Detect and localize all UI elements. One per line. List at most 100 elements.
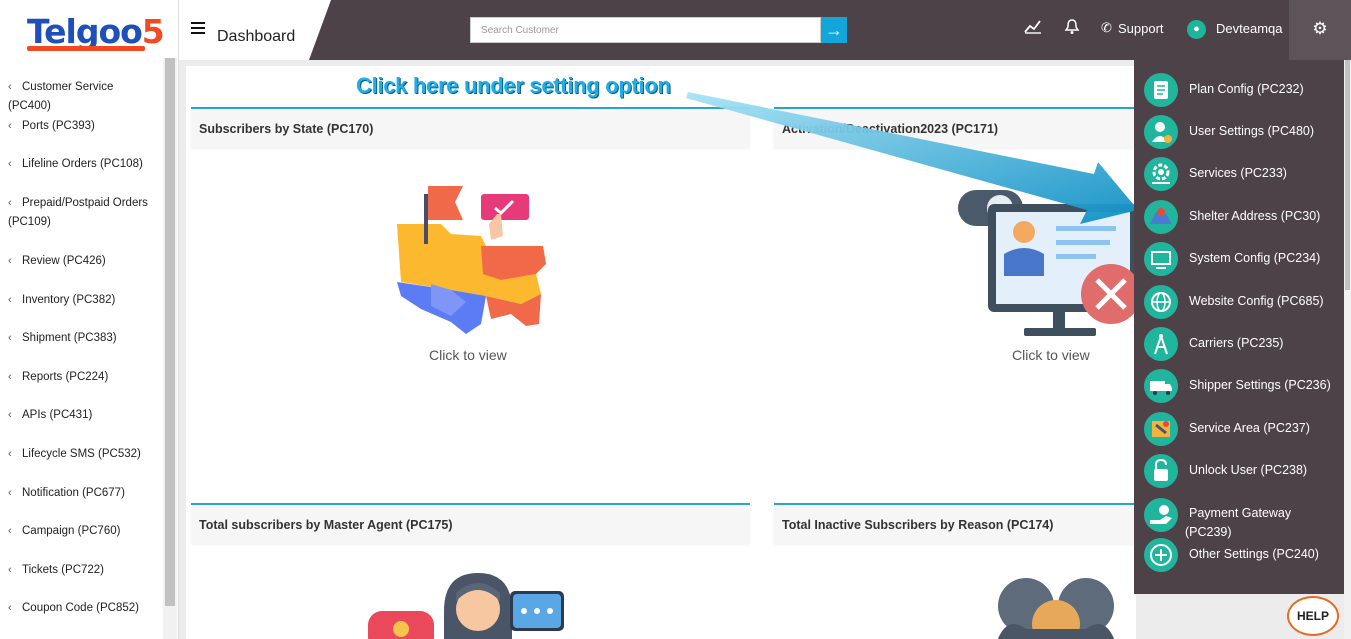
page-scroll-thumb[interactable] [1345, 60, 1350, 290]
chevron-left-icon: ‹ [8, 602, 12, 614]
menu-item-user-settings[interactable]: User Settings (PC480) [1134, 115, 1344, 155]
menu-item-label: Website Config (PC685) [1189, 294, 1324, 308]
menu-item-other-settings[interactable]: Other Settings (PC240) [1134, 538, 1344, 578]
agent-illustration[interactable] [366, 571, 566, 639]
shelter-address-icon [1144, 200, 1178, 234]
sidebar-item-prepaid-orders[interactable]: ‹ Prepaid/Postpaid Orders (PC109) [8, 194, 158, 232]
sidebar-item-notification[interactable]: ‹ Notification (PC677) [8, 484, 158, 503]
help-button[interactable]: HELP [1287, 596, 1339, 636]
carriers-icon [1144, 327, 1178, 361]
analytics-icon[interactable] [1024, 18, 1042, 38]
menu-item-payment-gateway[interactable]: Payment Gateway (PC239) [1134, 498, 1344, 542]
panel-accent-line [774, 503, 1136, 505]
sidebar-item-lifecycle-sms[interactable]: ‹ Lifecycle SMS (PC532) [8, 445, 158, 464]
menu-item-service-area[interactable]: Service Area (PC237) [1134, 412, 1344, 452]
menu-item-website-config[interactable]: Website Config (PC685) [1134, 285, 1344, 325]
panel-accent-line [774, 107, 1136, 109]
panel-accent-line [191, 107, 750, 109]
plus-icon [1144, 538, 1178, 572]
panel-title-inactive-subscribers: Total Inactive Subscribers by Reason (PC… [774, 506, 1136, 544]
logo-underline [27, 46, 145, 51]
sidebar-item-shipment[interactable]: ‹ Shipment (PC383) [8, 329, 158, 348]
page-scrollbar[interactable] [1344, 60, 1351, 639]
chevron-left-icon: ‹ [8, 81, 12, 93]
bell-icon[interactable] [1064, 18, 1080, 39]
chevron-left-icon: ‹ [8, 525, 12, 537]
top-bar: Dashboard Search Customer → ✆ Support ● … [179, 0, 1351, 60]
gear-icon: ⚙ [1312, 19, 1328, 38]
menu-item-plan-config[interactable]: Plan Config (PC232) [1134, 73, 1344, 113]
sidebar-item-label: Lifecycle SMS (PC532) [22, 448, 141, 460]
sidebar-item-customer-service[interactable]: ‹ Customer Service (PC400) [8, 78, 158, 116]
sidebar-item-review[interactable]: ‹ Review (PC426) [8, 252, 158, 271]
menu-item-label: Carriers (PC235) [1189, 336, 1284, 350]
menu-item-label: User Settings (PC480) [1189, 124, 1315, 138]
menu-item-carriers[interactable]: Carriers (PC235) [1134, 327, 1344, 367]
menu-item-shipper-settings[interactable]: Shipper Settings (PC236) [1134, 369, 1344, 409]
sidebar-item-inventory[interactable]: ‹ Inventory (PC382) [8, 291, 158, 310]
menu-item-shelter-address[interactable]: Shelter Address (PC30) [1134, 200, 1344, 240]
sidebar-item-coupon-code[interactable]: ‹ Coupon Code (PC852) [8, 599, 158, 618]
instruction-callout: Click here under setting option [356, 73, 671, 98]
sidebar-item-label: Lifeline Orders (PC108) [22, 158, 143, 170]
menu-item-services[interactable]: Services (PC233) [1134, 157, 1344, 197]
sidebar-item-ports[interactable]: ‹ Ports (PC393) [8, 117, 158, 136]
chevron-left-icon: ‹ [8, 332, 12, 344]
chevron-left-icon: ‹ [8, 371, 12, 383]
settings-dropdown-menu: Plan Config (PC232) User Settings (PC480… [1134, 60, 1344, 594]
panel-accent-line [191, 503, 750, 505]
click-to-view-link[interactable]: Click to view [1012, 347, 1090, 363]
telgoo5-logo[interactable]: Telgoo5 [27, 12, 165, 52]
menu-item-label: Service Area (PC237) [1189, 421, 1310, 435]
chevron-left-icon: ‹ [8, 255, 12, 267]
click-to-view-link[interactable]: Click to view [429, 347, 507, 363]
sidebar-item-tickets[interactable]: ‹ Tickets (PC722) [8, 561, 158, 580]
user-avatar-icon[interactable]: ● [1187, 20, 1206, 39]
sidebar-scrollbar[interactable] [163, 58, 177, 639]
sidebar-item-campaign[interactable]: ‹ Campaign (PC760) [8, 522, 158, 541]
hamburger-menu-icon[interactable] [191, 22, 205, 37]
dashboard-tab[interactable]: Dashboard [179, 0, 331, 60]
menu-item-label: Shipper Settings (PC236) [1189, 378, 1331, 392]
page-title: Dashboard [217, 28, 296, 45]
sidebar-item-lifeline-orders[interactable]: ‹ Lifeline Orders (PC108) [8, 155, 158, 174]
panel-title-master-agent: Total subscribers by Master Agent (PC175… [191, 506, 750, 544]
sidebar-item-label: Campaign (PC760) [22, 525, 121, 537]
panel-title-activation-deactivation: Activation/Deactivation2023 (PC171) [774, 110, 1136, 148]
website-config-icon [1144, 285, 1178, 319]
support-link[interactable]: Support [1118, 21, 1164, 36]
sidebar-item-label: APIs (PC431) [22, 409, 93, 421]
sidebar-item-label: Tickets (PC722) [22, 564, 105, 576]
menu-item-label: Other Settings (PC240) [1189, 547, 1319, 561]
usa-map-illustration[interactable] [391, 184, 551, 339]
inactive-group-illustration[interactable] [986, 574, 1126, 639]
search-submit-button[interactable]: → [821, 17, 847, 43]
service-area-icon [1144, 412, 1178, 446]
user-name[interactable]: Devteamqa [1216, 21, 1282, 36]
menu-item-label: System Config (PC234) [1189, 251, 1321, 265]
search-input[interactable]: Search Customer [470, 17, 821, 43]
activation-monitor-illustration[interactable] [956, 186, 1141, 346]
chevron-left-icon: ‹ [8, 197, 12, 209]
sidebar-item-label: Prepaid/Postpaid Orders (PC109) [8, 197, 148, 228]
menu-item-label: Plan Config (PC232) [1189, 82, 1304, 96]
chevron-left-icon: ‹ [8, 487, 12, 499]
sidebar-item-apis[interactable]: ‹ APIs (PC431) [8, 406, 158, 425]
menu-item-unlock-user[interactable]: Unlock User (PC238) [1134, 454, 1344, 494]
chevron-left-icon: ‹ [8, 294, 12, 306]
user-settings-icon [1144, 115, 1178, 149]
arrow-right-icon: → [825, 20, 843, 40]
chevron-left-icon: ‹ [8, 158, 12, 170]
settings-gear-button[interactable]: ⚙ [1289, 0, 1351, 60]
sidebar-item-reports[interactable]: ‹ Reports (PC224) [8, 368, 158, 387]
phone-icon: ✆ [1101, 20, 1112, 35]
panel-title-subscribers-by-state: Subscribers by State (PC170) [191, 110, 750, 148]
plan-config-icon [1144, 73, 1178, 107]
payment-icon [1144, 498, 1178, 532]
sidebar-scroll-thumb[interactable] [165, 58, 175, 606]
shipper-icon [1144, 369, 1178, 403]
dashboard-content: Subscribers by State (PC170) Activation/… [186, 66, 1141, 639]
menu-item-label: Shelter Address (PC30) [1189, 209, 1321, 223]
menu-item-system-config[interactable]: System Config (PC234) [1134, 242, 1344, 282]
menu-item-label: Payment Gateway (PC239) [1185, 506, 1292, 539]
